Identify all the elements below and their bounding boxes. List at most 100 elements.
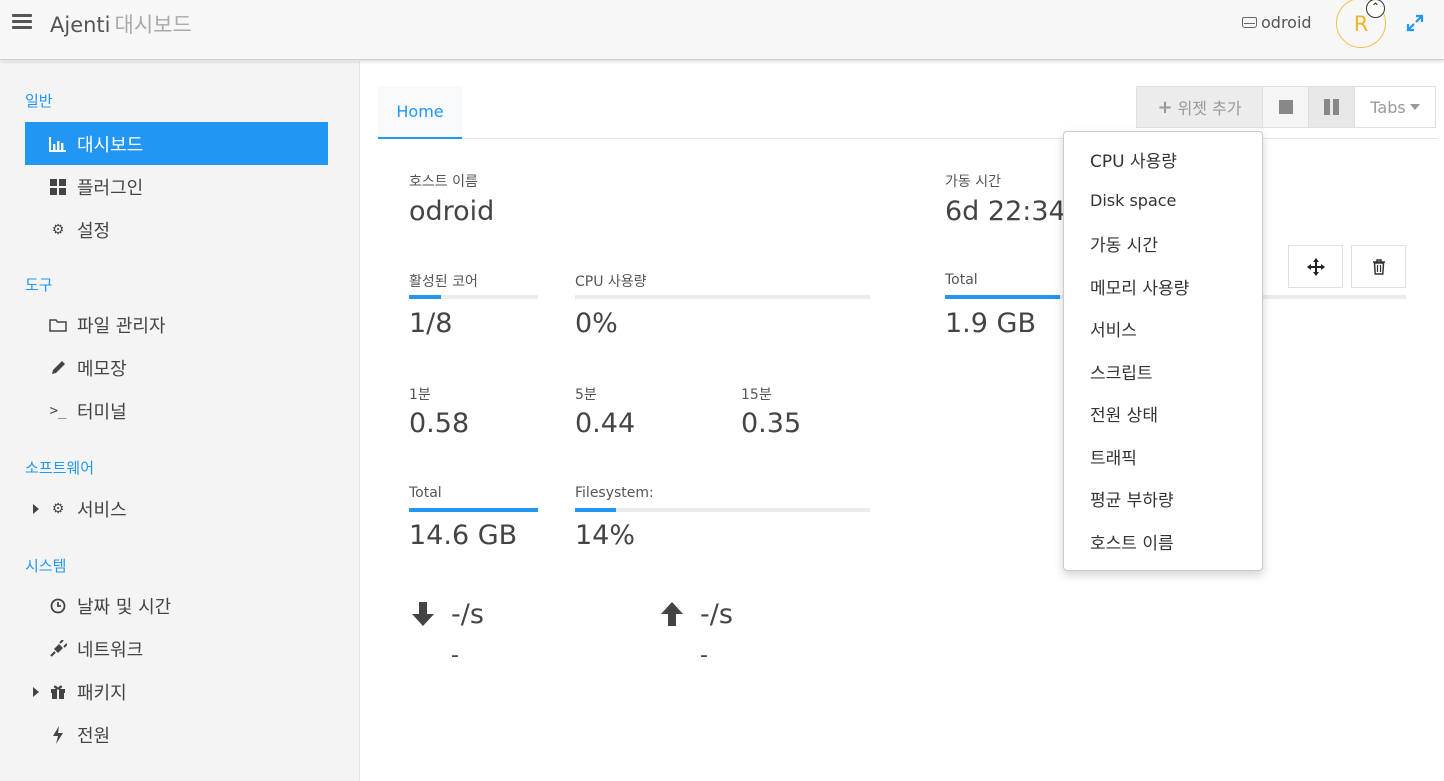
cpu-label: CPU 사용량 xyxy=(575,274,647,290)
app-subtitle: 대시보드 xyxy=(114,13,192,37)
add-widget-dropdown: CPU 사용량 Disk space 가동 시간 메모리 사용량 서비스 스크립… xyxy=(1063,131,1263,571)
clock-icon xyxy=(49,597,67,615)
host-name: odroid xyxy=(1261,13,1312,32)
sidebar-item-label: 전원 xyxy=(77,725,111,747)
add-widget-label: 위젯 추가 xyxy=(1177,99,1242,118)
expand-icon[interactable] xyxy=(1405,13,1425,33)
sidebar-item-terminal[interactable]: >_ 터미널 xyxy=(25,389,328,432)
section-title-general: 일반 xyxy=(25,92,53,110)
hamburger-menu-icon[interactable] xyxy=(12,14,32,30)
load-1min-value: 0.58 xyxy=(409,408,470,439)
dashboard-toolbar: + 위젯 추가 Tabs xyxy=(1136,86,1436,128)
two-column-button[interactable] xyxy=(1308,86,1355,128)
uptime-value: 6d 22:34: xyxy=(945,196,1063,227)
terminal-icon: >_ xyxy=(49,402,67,419)
sidebar-item-power[interactable]: 전원 xyxy=(25,713,328,756)
load-5min-label: 5분 xyxy=(575,387,597,403)
traffic-up-total: - xyxy=(700,643,708,668)
move-widget-button[interactable] xyxy=(1288,245,1343,288)
dropdown-item-services[interactable]: 서비스 xyxy=(1090,316,1137,341)
bolt-icon xyxy=(49,725,67,744)
gift-icon xyxy=(49,683,67,701)
sidebar-item-file-manager[interactable]: 파일 관리자 xyxy=(25,303,328,346)
sidebar-item-datetime[interactable]: 날짜 및 시간 xyxy=(25,584,328,627)
uptime-label: 가동 시간 xyxy=(945,174,1001,190)
bar-chart-icon xyxy=(49,135,67,153)
delete-widget-button[interactable] xyxy=(1351,245,1406,288)
filesystem-bar-fill xyxy=(575,508,617,512)
dropdown-item-power-state[interactable]: 전원 상태 xyxy=(1090,401,1158,426)
sidebar-item-label: 설정 xyxy=(77,220,111,242)
traffic-down-rate: -/s xyxy=(451,599,484,630)
sidebar-item-plugins[interactable]: 플러그인 xyxy=(25,165,328,208)
move-icon xyxy=(1306,257,1325,276)
dropdown-item-cpu[interactable]: CPU 사용량 xyxy=(1090,147,1177,172)
tab-home[interactable]: Home xyxy=(378,86,462,139)
memory-value: 1.9 GB xyxy=(945,308,1036,339)
sidebar-item-settings[interactable]: ⚙ 설정 xyxy=(25,208,328,251)
sidebar-item-network[interactable]: 네트워크 xyxy=(25,627,328,670)
top-header: Ajenti 대시보드 odroid R ⌃ xyxy=(0,0,1444,60)
app-name: Ajenti xyxy=(50,13,111,37)
filesystem-value: 14% xyxy=(575,520,636,551)
disk-total-bar xyxy=(409,508,538,512)
dropdown-item-uptime[interactable]: 가동 시간 xyxy=(1090,231,1158,256)
sidebar-item-label: 터미널 xyxy=(77,401,127,423)
gears-icon: ⚙ xyxy=(51,500,65,517)
section-title-software: 소프트웨어 xyxy=(25,459,95,477)
disk-total-bar-fill xyxy=(409,508,538,512)
hostname-label: 호스트 이름 xyxy=(409,174,478,190)
arrow-down-icon xyxy=(412,602,434,626)
sidebar-item-services[interactable]: ⚙ 서비스 xyxy=(25,487,328,530)
section-title-tools: 도구 xyxy=(25,276,53,294)
plus-icon: + xyxy=(1157,96,1173,118)
hostname-value: odroid xyxy=(409,196,495,227)
sidebar-item-label: 네트워크 xyxy=(77,639,144,661)
sidebar-item-label: 메모장 xyxy=(77,358,127,380)
cpu-value: 0% xyxy=(575,308,618,339)
sidebar-item-dashboard[interactable]: 대시보드 xyxy=(25,122,328,165)
caret-down-icon xyxy=(1409,104,1420,110)
add-widget-button[interactable]: + 위젯 추가 xyxy=(1136,86,1263,128)
trash-icon xyxy=(1372,258,1385,275)
tabs-label: Tabs xyxy=(1370,97,1406,117)
dropdown-item-memory[interactable]: 메모리 사용량 xyxy=(1090,274,1189,299)
cores-bar xyxy=(409,295,538,299)
caret-right-icon[interactable] xyxy=(33,686,39,697)
square-icon xyxy=(1278,100,1293,114)
dropdown-item-hostname[interactable]: 호스트 이름 xyxy=(1090,529,1174,554)
dropdown-item-scripts[interactable]: 스크립트 xyxy=(1090,359,1153,384)
pencil-icon xyxy=(49,359,67,377)
sidebar-item-label: 패키지 xyxy=(77,682,127,704)
cores-label: 활성된 코어 xyxy=(409,274,478,290)
memory-label: Total xyxy=(945,272,978,288)
load-15min-label: 15분 xyxy=(741,387,772,403)
dropdown-item-load-average[interactable]: 평균 부하량 xyxy=(1090,486,1174,511)
filesystem-bar xyxy=(575,508,870,512)
sidebar: 일반 대시보드 플러그인 ⚙ 설정 도구 파일 관리자 메모장 >_ 터미널 소… xyxy=(0,61,360,781)
host-button[interactable]: odroid xyxy=(1242,13,1312,32)
arrow-up-icon xyxy=(661,602,683,626)
sidebar-item-label: 서비스 xyxy=(77,499,127,521)
memory-bar-fill xyxy=(945,295,1061,299)
dropdown-item-disk-space[interactable]: Disk space xyxy=(1090,191,1176,210)
cores-value: 1/8 xyxy=(409,308,453,339)
folder-icon xyxy=(49,316,67,334)
sidebar-item-label: 대시보드 xyxy=(77,134,144,156)
dropdown-item-traffic[interactable]: 트래픽 xyxy=(1090,444,1137,469)
sidebar-item-packages[interactable]: 패키지 xyxy=(25,670,328,713)
caret-right-icon[interactable] xyxy=(33,503,39,514)
gear-icon: ⚙ xyxy=(51,221,65,238)
columns-icon xyxy=(1324,99,1339,115)
single-column-button[interactable] xyxy=(1262,86,1309,128)
sidebar-item-label: 날짜 및 시간 xyxy=(77,596,172,618)
hdd-icon xyxy=(1242,17,1257,28)
filesystem-label: Filesystem: xyxy=(575,485,654,501)
cores-bar-fill xyxy=(409,295,442,299)
traffic-up-rate: -/s xyxy=(700,599,733,630)
load-15min-value: 0.35 xyxy=(741,408,802,439)
grid-icon xyxy=(49,178,67,196)
tabs-dropdown-button[interactable]: Tabs xyxy=(1354,86,1436,128)
sidebar-item-notepad[interactable]: 메모장 xyxy=(25,346,328,389)
section-title-system: 시스템 xyxy=(25,557,67,575)
